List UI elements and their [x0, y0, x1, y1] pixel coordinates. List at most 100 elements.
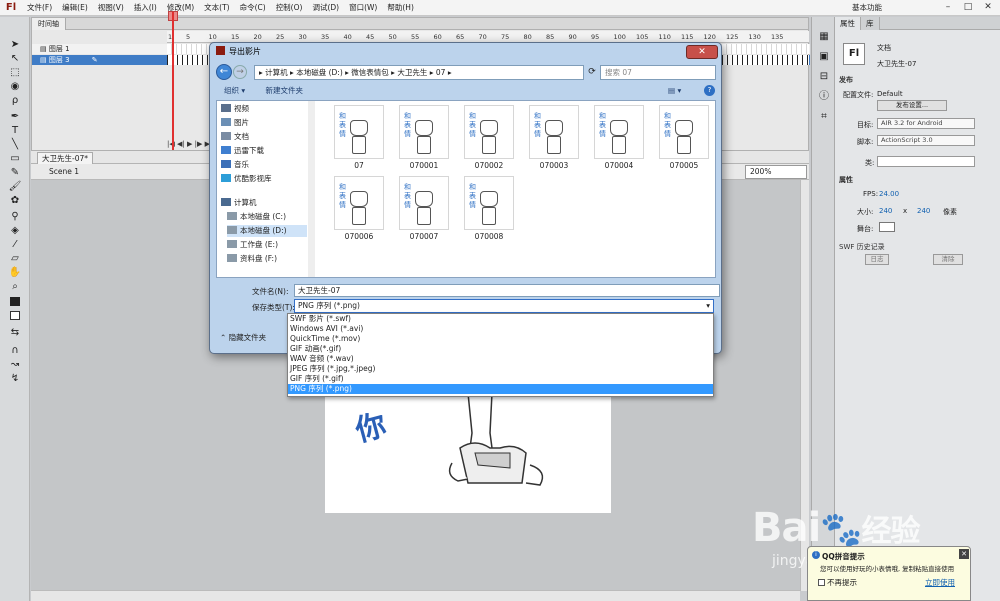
no-show-checkbox[interactable]: 不再提示: [818, 577, 857, 588]
nav-item-drive-c[interactable]: 本地磁盘 (C:): [227, 211, 286, 223]
filetype-option[interactable]: WAV 音频 (*.wav): [288, 354, 713, 364]
line-tool-icon[interactable]: ╲: [8, 139, 22, 151]
pen-tool-icon[interactable]: ✒: [8, 111, 22, 123]
rectangle-tool-icon[interactable]: ▭: [8, 153, 22, 165]
filetype-option[interactable]: SWF 影片 (*.swf): [288, 314, 713, 324]
hide-folders-toggle[interactable]: ⌃ 隐藏文件夹: [220, 332, 266, 343]
brush-tool-icon[interactable]: 🖌: [8, 181, 22, 193]
nav-item-youku[interactable]: 优酷影视库: [221, 173, 272, 185]
maximize-icon[interactable]: □: [960, 1, 976, 14]
class-input[interactable]: [877, 156, 975, 167]
dialog-close-button[interactable]: ✕: [686, 45, 718, 59]
transform-icon[interactable]: ⌗: [817, 111, 831, 123]
filetype-select[interactable]: PNG 序列 (*.png) ▾: [294, 299, 714, 313]
next-frame-icon[interactable]: |▶: [195, 140, 203, 148]
nav-item-music[interactable]: 音乐: [221, 159, 249, 171]
nav-item-thunder[interactable]: 迅雷下载: [221, 145, 264, 157]
publish-section[interactable]: 发布: [839, 75, 853, 85]
fps-value[interactable]: 24.00: [879, 190, 899, 198]
back-icon[interactable]: ←: [216, 64, 232, 80]
text-tool-icon[interactable]: T: [8, 125, 22, 137]
crumb-folder[interactable]: 大卫先生: [397, 68, 427, 77]
info-icon[interactable]: ⓘ: [817, 91, 831, 103]
free-transform-icon[interactable]: ⬚: [8, 67, 22, 79]
snap-magnet-icon[interactable]: ∩: [8, 345, 22, 357]
menu-help[interactable]: 帮助(H): [382, 2, 419, 13]
file-item[interactable]: 和表情 07: [334, 105, 384, 170]
minimize-icon[interactable]: –: [940, 1, 956, 14]
eraser-icon[interactable]: ▱: [8, 253, 22, 265]
bone-tool-icon[interactable]: ⚲: [8, 211, 22, 223]
color-panel-icon[interactable]: ▦: [817, 31, 831, 43]
workspace-switcher[interactable]: 基本功能: [852, 2, 882, 13]
menu-debug[interactable]: 调试(D): [307, 2, 344, 13]
swatches-icon[interactable]: ▣: [817, 51, 831, 63]
address-bar[interactable]: ▸ 计算机 ▸ 本地磁盘 (D:) ▸ 微信表情包 ▸ 大卫先生 ▸ 07 ▸: [254, 65, 584, 80]
file-item[interactable]: 和表情 070001: [399, 105, 449, 170]
menu-commands[interactable]: 命令(C): [235, 2, 271, 13]
stage-color-swatch[interactable]: [879, 222, 895, 232]
view-options-icon[interactable]: ▤ ▾: [668, 84, 681, 98]
filetype-option-selected[interactable]: PNG 序列 (*.png): [288, 384, 713, 394]
align-icon[interactable]: ⊟: [817, 71, 831, 83]
swf-history-section[interactable]: SWF 历史记录: [839, 242, 885, 252]
search-input[interactable]: 搜索 07: [600, 65, 716, 80]
tab-timeline[interactable]: 时间轴: [32, 18, 66, 30]
file-item[interactable]: 和表情 070002: [464, 105, 514, 170]
file-item[interactable]: 和表情 070004: [594, 105, 644, 170]
file-item[interactable]: 和表情 070005: [659, 105, 709, 170]
pencil-tool-icon[interactable]: ✎: [8, 167, 22, 179]
menu-text[interactable]: 文本(T): [199, 2, 234, 13]
zoom-select[interactable]: 200%: [745, 165, 807, 179]
scene-label[interactable]: Scene 1: [49, 167, 79, 176]
nav-item-videos[interactable]: 视频: [221, 103, 249, 115]
file-item[interactable]: 和表情 070008: [464, 176, 514, 241]
menu-edit[interactable]: 编辑(E): [57, 2, 93, 13]
paint-bucket-icon[interactable]: ◈: [8, 225, 22, 237]
filename-input[interactable]: 大卫先生-07: [294, 284, 720, 297]
eyedropper-icon[interactable]: ⁄: [8, 239, 22, 251]
menu-control[interactable]: 控制(O): [271, 2, 308, 13]
crumb-folder[interactable]: 07: [436, 68, 446, 77]
menu-view[interactable]: 视图(V): [93, 2, 129, 13]
tab-properties[interactable]: 属性: [835, 17, 861, 30]
deco-tool-icon[interactable]: ✿: [8, 195, 22, 207]
attributes-section[interactable]: 属性: [839, 175, 853, 185]
play-icon[interactable]: ▶: [187, 140, 192, 148]
filetype-option[interactable]: GIF 动画(*.gif): [288, 344, 713, 354]
height-value[interactable]: 240: [917, 207, 930, 215]
swap-colors-icon[interactable]: ⇆: [8, 327, 22, 339]
organize-button[interactable]: 组织 ▾: [224, 86, 245, 95]
nav-item-pictures[interactable]: 图片: [221, 117, 249, 129]
selection-tool-icon[interactable]: ➤: [8, 39, 22, 51]
nav-item-drive-f[interactable]: 资料盘 (F:): [227, 253, 277, 265]
zoom-tool-icon[interactable]: ⌕: [8, 281, 22, 293]
menu-window[interactable]: 窗口(W): [344, 2, 382, 13]
publish-settings-button[interactable]: 发布设置...: [877, 100, 947, 111]
refresh-icon[interactable]: ⟳: [586, 65, 598, 80]
use-now-link[interactable]: 立即使用: [925, 577, 955, 588]
subselect-tool-icon[interactable]: ↖: [8, 53, 22, 65]
filetype-option[interactable]: QuickTime (*.mov): [288, 334, 713, 344]
nav-item-documents[interactable]: 文档: [221, 131, 249, 143]
notification-close-icon[interactable]: ✕: [959, 549, 969, 559]
nav-scrollbar[interactable]: [308, 101, 315, 277]
prev-frame-icon[interactable]: ◀|: [177, 140, 185, 148]
fill-color-icon[interactable]: [8, 311, 22, 323]
forward-icon[interactable]: →: [233, 65, 247, 79]
file-item[interactable]: 和表情 070006: [334, 176, 384, 241]
file-item[interactable]: 和表情 070007: [399, 176, 449, 241]
close-icon[interactable]: ✕: [980, 1, 996, 14]
target-select[interactable]: AIR 3.2 for Android: [877, 118, 975, 129]
tab-library[interactable]: 库: [861, 17, 880, 30]
hand-tool-icon[interactable]: ✋: [8, 267, 22, 279]
horizontal-scrollbar[interactable]: [31, 590, 800, 601]
straighten-icon[interactable]: ↯: [8, 373, 22, 385]
crumb-drive[interactable]: 本地磁盘 (D:): [296, 68, 343, 77]
stroke-color-icon[interactable]: [8, 297, 22, 309]
width-value[interactable]: 240: [879, 207, 892, 215]
crumb-folder[interactable]: 微信表情包: [351, 68, 389, 77]
nav-item-drive-e[interactable]: 工作盘 (E:): [227, 239, 278, 251]
menu-file[interactable]: 文件(F): [22, 2, 57, 13]
lasso-icon[interactable]: ρ: [8, 95, 22, 107]
